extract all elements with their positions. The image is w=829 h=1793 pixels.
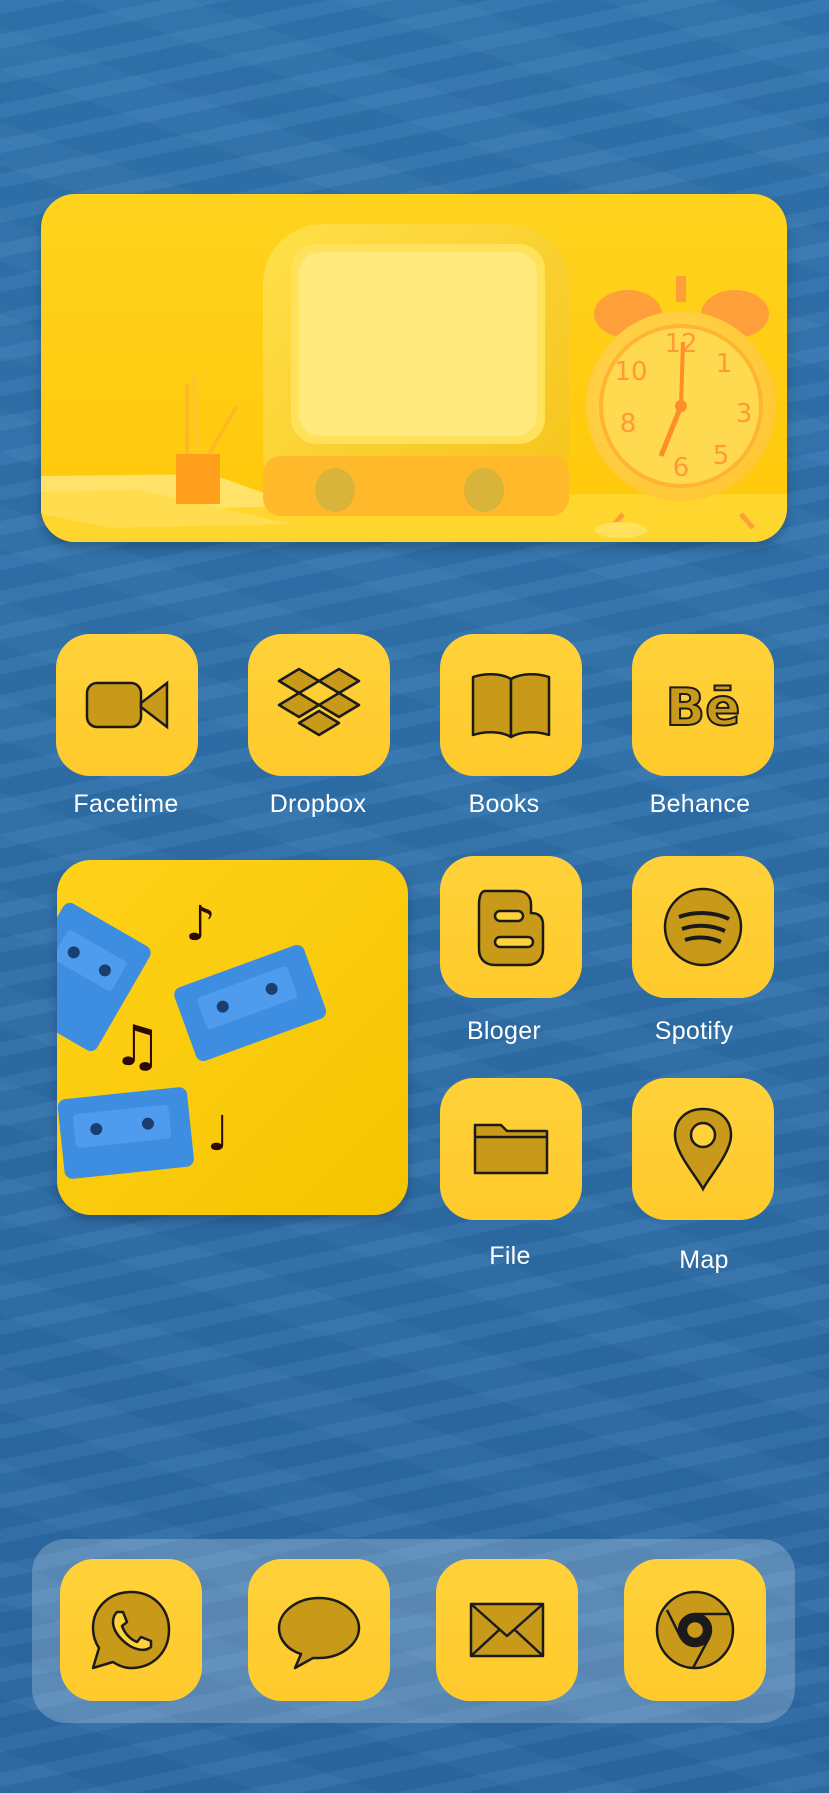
dock-chrome[interactable] (624, 1559, 766, 1701)
whatsapp-icon (91, 1590, 171, 1670)
app-behance[interactable]: Bē (632, 634, 774, 776)
cassette-illustration: ♪ ♫ ♩ (57, 860, 408, 1215)
video-camera-icon (85, 680, 169, 730)
svg-text:1: 1 (716, 349, 733, 379)
envelope-icon (469, 1602, 545, 1658)
folder-icon (473, 1123, 549, 1175)
svg-text:♫: ♫ (112, 1014, 162, 1079)
label-behance: Behance (649, 790, 751, 818)
app-dropbox[interactable] (248, 634, 390, 776)
svg-text:5: 5 (713, 441, 730, 471)
label-spotify: Spotify (654, 1017, 734, 1045)
behance-icon: Bē (665, 677, 742, 739)
app-books[interactable] (440, 634, 582, 776)
retro-desk-illustration: 12 1 3 5 6 8 10 (41, 194, 787, 542)
svg-text:8: 8 (620, 409, 637, 439)
svg-text:Bē: Bē (666, 678, 741, 738)
dropbox-icon (277, 667, 361, 737)
map-pin-icon (673, 1107, 733, 1192)
label-map: Map (679, 1246, 729, 1274)
app-facetime[interactable] (56, 634, 198, 776)
label-dropbox: Dropbox (269, 790, 367, 818)
label-file: File (489, 1242, 531, 1270)
dock-mail[interactable] (436, 1559, 578, 1701)
blogger-icon (477, 889, 545, 967)
music-cassette-widget[interactable]: ♪ ♫ ♩ (57, 860, 408, 1215)
chat-bubble-icon (277, 1596, 361, 1670)
label-books: Books (468, 790, 540, 818)
spotify-icon (663, 887, 743, 967)
svg-text:3: 3 (736, 399, 753, 429)
svg-text:♪: ♪ (185, 896, 216, 952)
retro-desk-widget[interactable]: 12 1 3 5 6 8 10 (41, 194, 787, 542)
dock-whatsapp[interactable] (60, 1559, 202, 1701)
app-bloger[interactable] (440, 856, 582, 998)
label-bloger: Bloger (466, 1017, 542, 1045)
app-spotify[interactable] (632, 856, 774, 998)
chrome-icon (655, 1590, 735, 1670)
app-map[interactable] (632, 1078, 774, 1220)
svg-text:6: 6 (673, 453, 690, 483)
svg-text:10: 10 (614, 357, 647, 387)
svg-text:♩: ♩ (207, 1106, 230, 1162)
label-facetime: Facetime (73, 790, 179, 818)
dock-messages[interactable] (248, 1559, 390, 1701)
app-file[interactable] (440, 1078, 582, 1220)
open-book-icon (471, 673, 551, 739)
